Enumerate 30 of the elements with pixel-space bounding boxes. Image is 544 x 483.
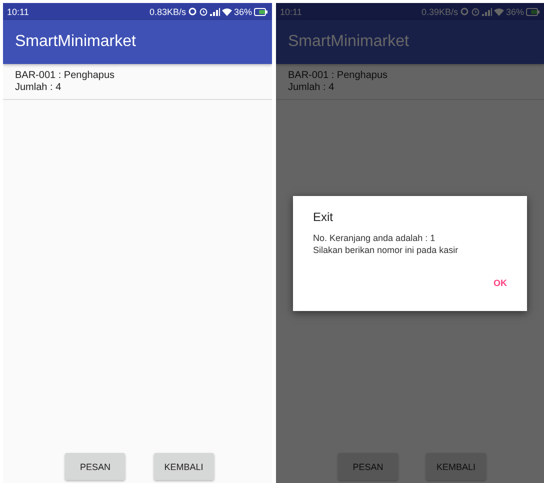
- dialog-message: Silakan berikan nomor ini pada kasir: [313, 244, 460, 256]
- dialog-title: Exit: [313, 210, 334, 224]
- alarm-clock-icon: [198, 7, 208, 16]
- alarm-clock-icon: [470, 7, 480, 16]
- item-code: BAR-001 : Penghapus: [15, 70, 116, 82]
- ok-button[interactable]: OK: [490, 276, 511, 290]
- item-quantity: Jumlah : 4: [288, 82, 336, 94]
- battery-icon: [254, 8, 268, 16]
- status-time: 10:11: [280, 6, 302, 16]
- action-button[interactable]: PESAN: [338, 453, 398, 480]
- action-button[interactable]: KEMBALI: [154, 453, 214, 480]
- item-code: BAR-001 : Penghapus: [288, 70, 389, 82]
- dialog-message: No. Keranjang anda adalah : 1: [313, 232, 436, 244]
- app-title: SmartMinimarket: [15, 33, 136, 51]
- battery-level: 36%: [506, 6, 524, 16]
- wifi-icon: [222, 8, 232, 16]
- signal-icon: [210, 8, 220, 16]
- battery-icon: [526, 8, 540, 16]
- network-speed: 0.83KB/s: [149, 6, 186, 16]
- network-speed: 0.39KB/s: [421, 6, 458, 16]
- battery-level: 36%: [234, 6, 252, 16]
- cart-item[interactable]: BAR-001 : Penghapus Jumlah : 4: [3, 64, 272, 100]
- cart-item[interactable]: BAR-001 : Penghapus Jumlah : 4: [276, 64, 544, 100]
- signal-icon: [482, 8, 492, 16]
- action-button[interactable]: PESAN: [65, 453, 126, 480]
- action-button[interactable]: KEMBALI: [426, 453, 486, 480]
- app-title: SmartMinimarket: [288, 33, 409, 51]
- status-time: 10:11: [7, 6, 29, 16]
- item-quantity: Jumlah : 4: [15, 82, 62, 94]
- wifi-icon: [494, 8, 504, 16]
